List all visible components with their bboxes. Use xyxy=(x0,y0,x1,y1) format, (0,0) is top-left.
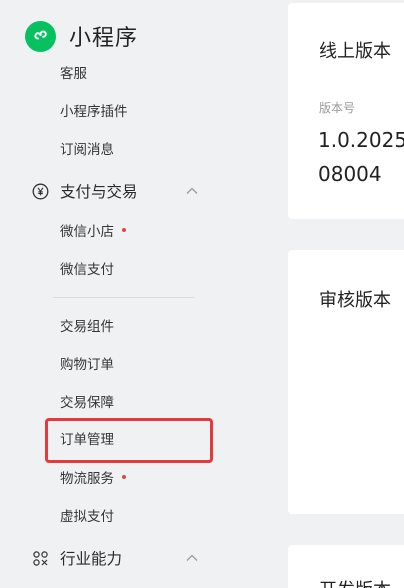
version-label: 版本号 xyxy=(319,101,356,115)
card-title: 审核版本 xyxy=(319,290,391,311)
sidebar-item-label: 虚拟支付 xyxy=(60,509,114,525)
review-version-card: 审核版本 xyxy=(288,250,404,514)
sidebar-item-trade-components[interactable]: 交易组件 xyxy=(60,316,114,338)
version-value: 1.0.2025 08004 xyxy=(318,128,404,186)
sidebar-item-label: 微信小店 xyxy=(60,224,114,240)
sidebar-divider xyxy=(53,297,194,298)
sidebar-item-subscribe-messages[interactable]: 订阅消息 xyxy=(60,139,114,161)
sidebar-item-label: 订单管理 xyxy=(60,432,114,448)
dev-version-card: 开发版本 xyxy=(288,545,404,588)
sidebar-group-label: 行业能力 xyxy=(60,550,123,568)
brand[interactable]: 小程序 xyxy=(25,20,138,52)
sidebar-item-order-management[interactable]: 订单管理 xyxy=(60,429,114,451)
sidebar-item-customer-service[interactable]: 客服 xyxy=(60,63,87,85)
sidebar: 小程序 客服 小程序插件 订阅消息 支付与交易 微信小店 微信支付 交易组件 购… xyxy=(0,0,230,588)
sidebar-group-payment[interactable]: 支付与交易 xyxy=(31,179,138,203)
sidebar-item-logistics[interactable]: 物流服务 xyxy=(60,468,126,490)
online-version-card: 线上版本 版本号 1.0.2025 08004 xyxy=(288,3,404,219)
chevron-up-icon[interactable] xyxy=(185,184,199,198)
sidebar-item-plugins[interactable]: 小程序插件 xyxy=(60,101,128,123)
sidebar-item-wechat-shop[interactable]: 微信小店 xyxy=(60,221,126,243)
sidebar-group-label: 支付与交易 xyxy=(60,183,138,201)
brand-title: 小程序 xyxy=(69,26,139,51)
sidebar-item-trade-guarantee[interactable]: 交易保障 xyxy=(60,392,114,414)
app-root: 小程序 客服 小程序插件 订阅消息 支付与交易 微信小店 微信支付 交易组件 购… xyxy=(0,0,404,588)
sidebar-item-label: 微信支付 xyxy=(60,262,114,278)
sidebar-item-label: 交易组件 xyxy=(60,319,114,335)
sidebar-item-label: 物流服务 xyxy=(60,471,114,487)
sidebar-group-industry[interactable]: 行业能力 xyxy=(31,546,122,570)
sidebar-item-wechat-pay[interactable]: 微信支付 xyxy=(60,259,114,281)
sidebar-item-label: 订阅消息 xyxy=(60,142,114,158)
sidebar-item-shopping-orders[interactable]: 购物订单 xyxy=(60,354,114,376)
sidebar-item-label: 客服 xyxy=(60,66,87,82)
chevron-up-icon[interactable] xyxy=(185,551,199,565)
notification-dot xyxy=(122,475,126,479)
industry-nodes-icon xyxy=(31,549,49,567)
yen-circle-icon xyxy=(31,182,49,200)
mini-program-logo-icon xyxy=(25,20,56,52)
notification-dot xyxy=(122,228,126,232)
sidebar-item-virtual-payment[interactable]: 虚拟支付 xyxy=(60,506,114,528)
sidebar-item-label: 小程序插件 xyxy=(60,104,128,120)
sidebar-item-label: 购物订单 xyxy=(60,357,114,373)
sidebar-item-label: 交易保障 xyxy=(60,395,114,411)
card-title: 开发版本 xyxy=(319,576,391,588)
card-title: 线上版本 xyxy=(319,41,391,62)
